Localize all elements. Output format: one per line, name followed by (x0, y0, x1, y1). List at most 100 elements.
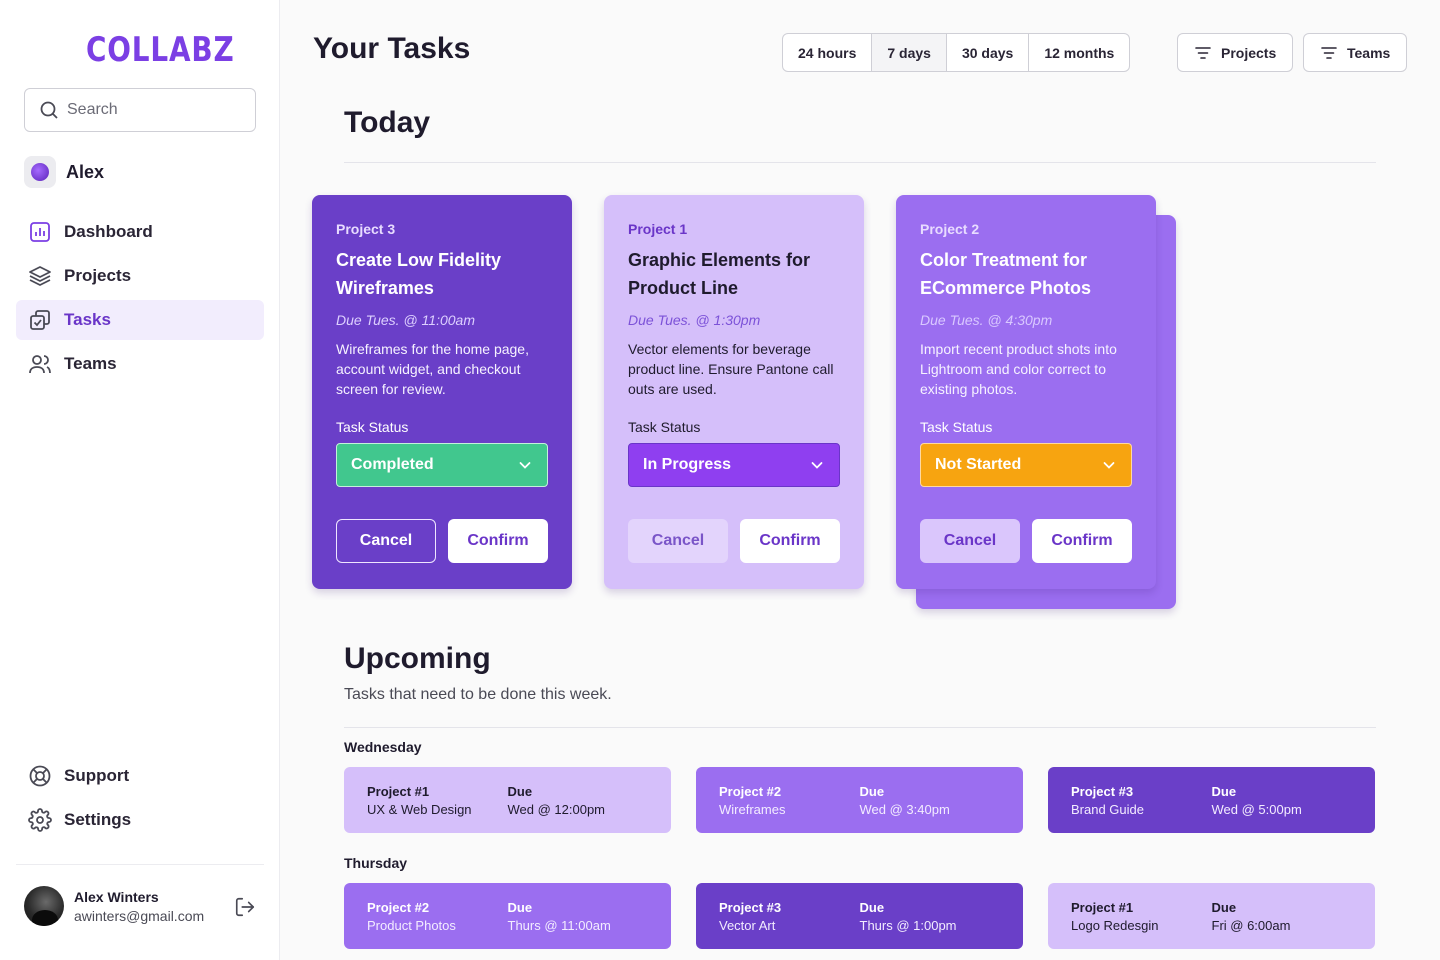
time-range-selector: 24 hours 7 days 30 days 12 months (782, 33, 1131, 72)
sidebar-item-projects[interactable]: Projects (16, 256, 264, 296)
app-logo[interactable]: COLLABZ (86, 30, 234, 70)
status-value: Not Started (935, 456, 1022, 473)
day-label: Thursday (344, 855, 408, 871)
chevron-down-icon (811, 462, 823, 469)
logout-icon[interactable] (234, 896, 256, 918)
card-description: Import recent product shots into Lightro… (920, 341, 1117, 397)
layers-icon (29, 266, 51, 286)
upcoming-task-card[interactable]: Project #1 UX & Web Design Due Wed @ 12:00… (344, 767, 671, 833)
search-box[interactable] (24, 88, 256, 132)
cancel-button[interactable]: Cancel (336, 519, 436, 563)
upcoming-due: Thurs @ 1:00pm (859, 918, 957, 933)
filter-label: Projects (1221, 44, 1277, 61)
cancel-button[interactable]: Cancel (920, 519, 1020, 563)
search-input[interactable] (67, 101, 247, 119)
tasks-icon (30, 310, 50, 330)
sidebar-item-settings[interactable]: Settings (16, 800, 264, 840)
profile-email: awinters@gmail.com (74, 907, 205, 924)
upcoming-task-name: Brand Guide (1071, 802, 1144, 817)
task-status-select[interactable]: In Progress (628, 443, 840, 487)
card-due-date: Due Tues. @ 1:30pm (628, 312, 761, 328)
workspace-user[interactable]: Alex (24, 156, 104, 188)
upcoming-task-name: Logo Redesgin (1071, 918, 1159, 933)
card-title: Create Low Fidelity Wireframes (336, 250, 502, 298)
card-due-date: Due Tues. @ 4:30pm (920, 312, 1053, 328)
sidebar-item-label: Support (64, 766, 130, 785)
projects-filter-button[interactable]: Projects (1177, 33, 1294, 72)
upcoming-project: Project #1 (1071, 900, 1134, 915)
profile-name: Alex Winters (74, 888, 159, 905)
upcoming-task-card[interactable]: Project #2 Wireframes Due Wed @ 3:40pm (696, 767, 1023, 833)
status-label: Task Status (628, 419, 701, 435)
upcoming-due: Wed @ 3:40pm (859, 802, 950, 817)
task-status-select[interactable]: Completed (336, 443, 548, 487)
page-title: Your Tasks (313, 32, 471, 65)
upcoming-heading: Upcoming (344, 642, 491, 675)
search-icon (40, 101, 58, 119)
upcoming-project: Project #3 (719, 900, 782, 915)
users-icon (29, 355, 51, 374)
confirm-button[interactable]: Confirm (1032, 519, 1132, 563)
teams-filter-button[interactable]: Teams (1303, 33, 1408, 72)
sidebar: COLLABZ Alex Dashboard Projects Tasks Te… (0, 0, 280, 960)
confirm-button[interactable]: Confirm (740, 519, 840, 563)
user-name: Alex (66, 161, 105, 182)
upcoming-due: Wed @ 5:00pm (1211, 802, 1302, 817)
confirm-button[interactable]: Confirm (448, 519, 548, 563)
sidebar-item-label: Projects (64, 266, 132, 285)
sidebar-item-label: Tasks (64, 310, 111, 329)
status-value: Completed (351, 456, 434, 473)
upcoming-task-name: Product Photos (367, 918, 456, 933)
upcoming-project: Project #1 (367, 784, 430, 799)
main-nav: Dashboard Projects Tasks Teams (16, 212, 264, 388)
task-card: Project 3 Create Low Fidelity Wireframes… (312, 195, 572, 589)
due-label: Due (507, 900, 533, 915)
upcoming-project: Project #2 (719, 784, 782, 799)
sidebar-item-label: Settings (64, 810, 132, 829)
card-title: Color Treatment for ECommerce Photos (920, 250, 1092, 298)
cancel-button[interactable]: Cancel (628, 519, 728, 563)
due-label: Due (859, 784, 885, 799)
secondary-nav: Support Settings (16, 756, 264, 844)
sidebar-item-support[interactable]: Support (16, 756, 264, 796)
sidebar-item-dashboard[interactable]: Dashboard (16, 212, 264, 252)
filter-label: Teams (1347, 44, 1391, 61)
upcoming-task-card[interactable]: Project #1 Logo Redesgin Due Fri @ 6:00am (1048, 883, 1375, 949)
card-project: Project 2 (920, 221, 980, 237)
chevron-down-icon (519, 462, 531, 469)
status-value: In Progress (643, 456, 732, 473)
task-status-select[interactable]: Not Started (920, 443, 1132, 487)
upcoming-due: Thurs @ 11:00am (507, 918, 611, 933)
day-label: Wednesday (344, 739, 422, 755)
upcoming-due: Fri @ 6:00am (1211, 918, 1291, 933)
chevron-down-icon (1103, 462, 1115, 469)
profile-avatar[interactable] (24, 886, 64, 926)
sidebar-item-tasks[interactable]: Tasks (16, 300, 264, 340)
task-card: Project 2 Color Treatment for ECommerce … (896, 195, 1156, 589)
bar-chart-icon (30, 222, 50, 242)
due-label: Due (1211, 784, 1237, 799)
lifebuoy-icon (29, 765, 51, 787)
upcoming-project: Project #2 (367, 900, 430, 915)
range-7-days[interactable]: 7 days (872, 34, 947, 71)
sidebar-item-label: Dashboard (64, 222, 153, 241)
upcoming-project: Project #3 (1071, 784, 1134, 799)
range-30-days[interactable]: 30 days (947, 34, 1030, 71)
card-due-date: Due Tues. @ 11:00am (336, 312, 475, 328)
upcoming-task-name: UX & Web Design (367, 802, 472, 817)
card-title: Graphic Elements for Product Line (628, 250, 811, 298)
gear-icon (28, 808, 52, 832)
filter-icon (1195, 46, 1211, 59)
upcoming-due: Wed @ 12:00pm (507, 802, 606, 817)
upcoming-task-card[interactable]: Project #2 Product Photos Due Thurs @ 11:0… (344, 883, 671, 949)
divider (344, 727, 1376, 728)
card-project: Project 1 (628, 221, 688, 237)
sidebar-item-teams[interactable]: Teams (16, 344, 264, 384)
upcoming-task-card[interactable]: Project #3 Vector Art Due Thurs @ 1:00pm (696, 883, 1023, 949)
today-heading: Today (344, 106, 431, 139)
task-card: Project 1 Graphic Elements for Product L… (604, 195, 864, 589)
range-24-hours[interactable]: 24 hours (783, 34, 873, 71)
avatar (24, 156, 56, 188)
upcoming-task-card[interactable]: Project #3 Brand Guide Due Wed @ 5:00pm (1048, 767, 1375, 833)
range-12-months[interactable]: 12 months (1029, 34, 1129, 71)
